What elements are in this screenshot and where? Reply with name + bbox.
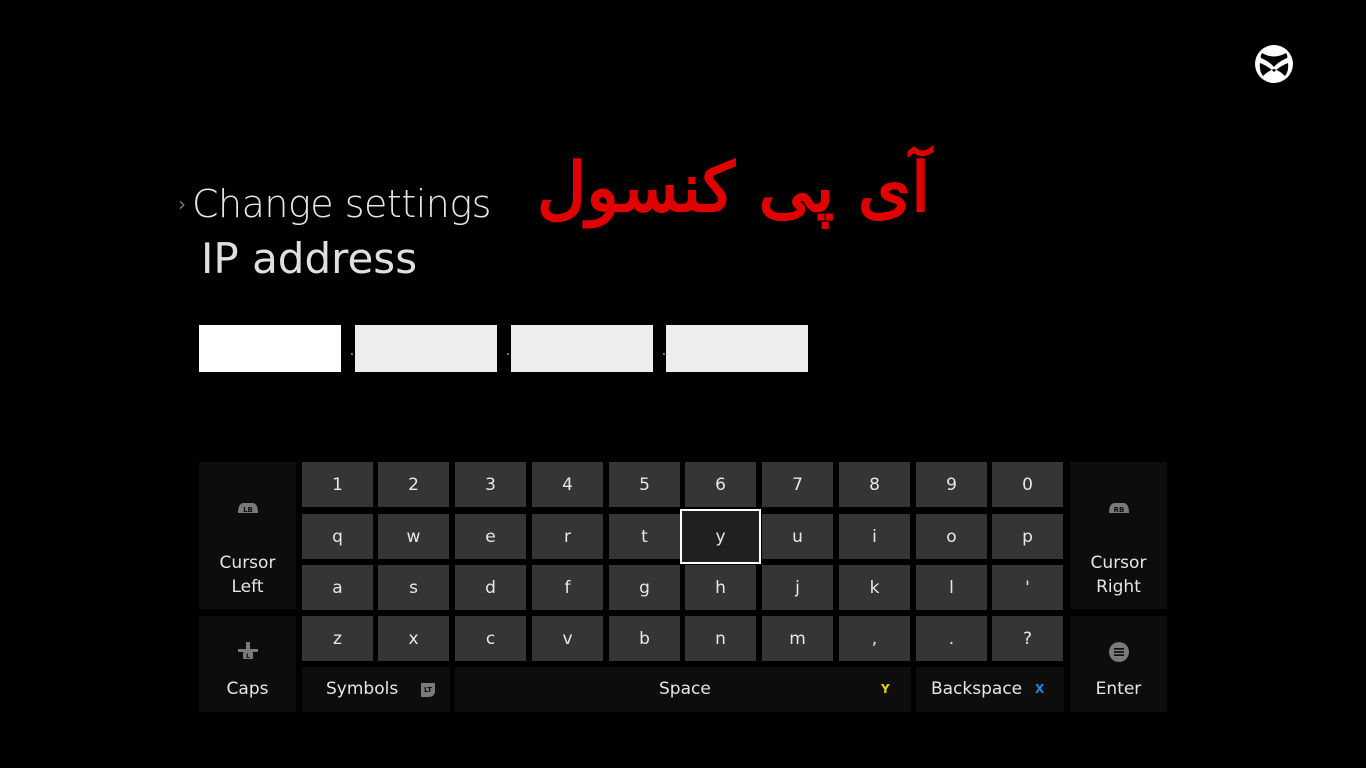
key-e[interactable]: e [455,514,526,559]
key-s[interactable]: s [378,565,449,610]
lb-bumper-icon: LB [199,502,296,515]
enter-label: Enter [1095,679,1142,699]
cursor-right-label-line2: Right [1096,577,1141,597]
key-period[interactable]: . [916,616,987,661]
key-x[interactable]: x [378,616,449,661]
key-8[interactable]: 8 [839,462,910,507]
key-h[interactable]: h [685,565,756,610]
svg-text:LB: LB [243,506,253,514]
ip-octet-3-input[interactable] [511,325,653,372]
lt-trigger-icon: LT [419,682,437,702]
svg-text:LT: LT [424,686,432,694]
key-r[interactable]: r [532,514,603,559]
cursor-right-label-line1: Cursor [1090,553,1147,573]
key-apostrophe[interactable]: ' [992,565,1063,610]
enter-button[interactable]: Enter [1070,616,1167,712]
key-p[interactable]: p [992,514,1063,559]
backspace-button[interactable]: Backspace X [916,667,1064,712]
key-g[interactable]: g [609,565,680,610]
key-f[interactable]: f [532,565,603,610]
key-t[interactable]: t [609,514,680,559]
key-1[interactable]: 1 [302,462,373,507]
svg-text:RB: RB [1113,506,1124,514]
rb-bumper-icon: RB [1070,502,1167,515]
key-4[interactable]: 4 [532,462,603,507]
x-button-hint: X [1035,682,1045,696]
key-5[interactable]: 5 [609,462,680,507]
key-b[interactable]: b [609,616,680,661]
key-d[interactable]: d [455,565,526,610]
key-v[interactable]: v [532,616,603,661]
ip-octet-4-input[interactable] [666,325,808,372]
symbols-button[interactable]: Symbols LT [302,667,450,712]
breadcrumb: › Change settings [178,178,491,230]
caps-label: Caps [226,679,269,699]
cursor-right-button[interactable]: RB Cursor Right [1070,462,1167,609]
left-stick-icon: L [199,640,296,660]
key-c[interactable]: c [455,616,526,661]
key-a[interactable]: a [302,565,373,610]
svg-text:L: L [246,653,250,660]
page-title: IP address [201,234,418,283]
key-i[interactable]: i [839,514,910,559]
menu-button-icon [1070,642,1167,662]
key-m[interactable]: m [762,616,833,661]
key-q[interactable]: q [302,514,373,559]
space-button[interactable]: Space Y [455,667,911,712]
key-k[interactable]: k [839,565,910,610]
key-question[interactable]: ? [992,616,1063,661]
key-n[interactable]: n [685,616,756,661]
key-u[interactable]: u [762,514,833,559]
key-comma[interactable]: , [839,616,910,661]
key-0[interactable]: 0 [992,462,1063,507]
xbox-logo-icon [1255,45,1293,83]
cursor-left-label-line1: Cursor [219,553,276,573]
space-label: Space [659,679,711,699]
key-2[interactable]: 2 [378,462,449,507]
cursor-left-button[interactable]: LB Cursor Left [199,462,296,609]
ip-octet-1-input[interactable] [199,325,341,372]
key-o[interactable]: o [916,514,987,559]
key-6[interactable]: 6 [685,462,756,507]
key-z[interactable]: z [302,616,373,661]
key-7[interactable]: 7 [762,462,833,507]
caps-button[interactable]: L Caps [199,616,296,712]
key-j[interactable]: j [762,565,833,610]
backspace-label: Backspace [931,679,1023,699]
symbols-label: Symbols [326,679,399,699]
key-w[interactable]: w [378,514,449,559]
key-l[interactable]: l [916,565,987,610]
on-screen-keyboard: LB Cursor Left L Caps RB Cursor Right En… [199,462,1167,712]
chevron-right-icon: › [178,192,186,216]
ip-address-fields: . . . [199,325,819,373]
y-button-hint: Y [881,682,890,696]
breadcrumb-text: Change settings [192,182,491,226]
key-9[interactable]: 9 [916,462,987,507]
ip-octet-2-input[interactable] [355,325,497,372]
key-y-selected[interactable]: y [680,509,761,564]
key-3[interactable]: 3 [455,462,526,507]
cursor-left-label-line2: Left [231,577,264,597]
overlay-caption: آی پی کنسول [536,148,930,228]
